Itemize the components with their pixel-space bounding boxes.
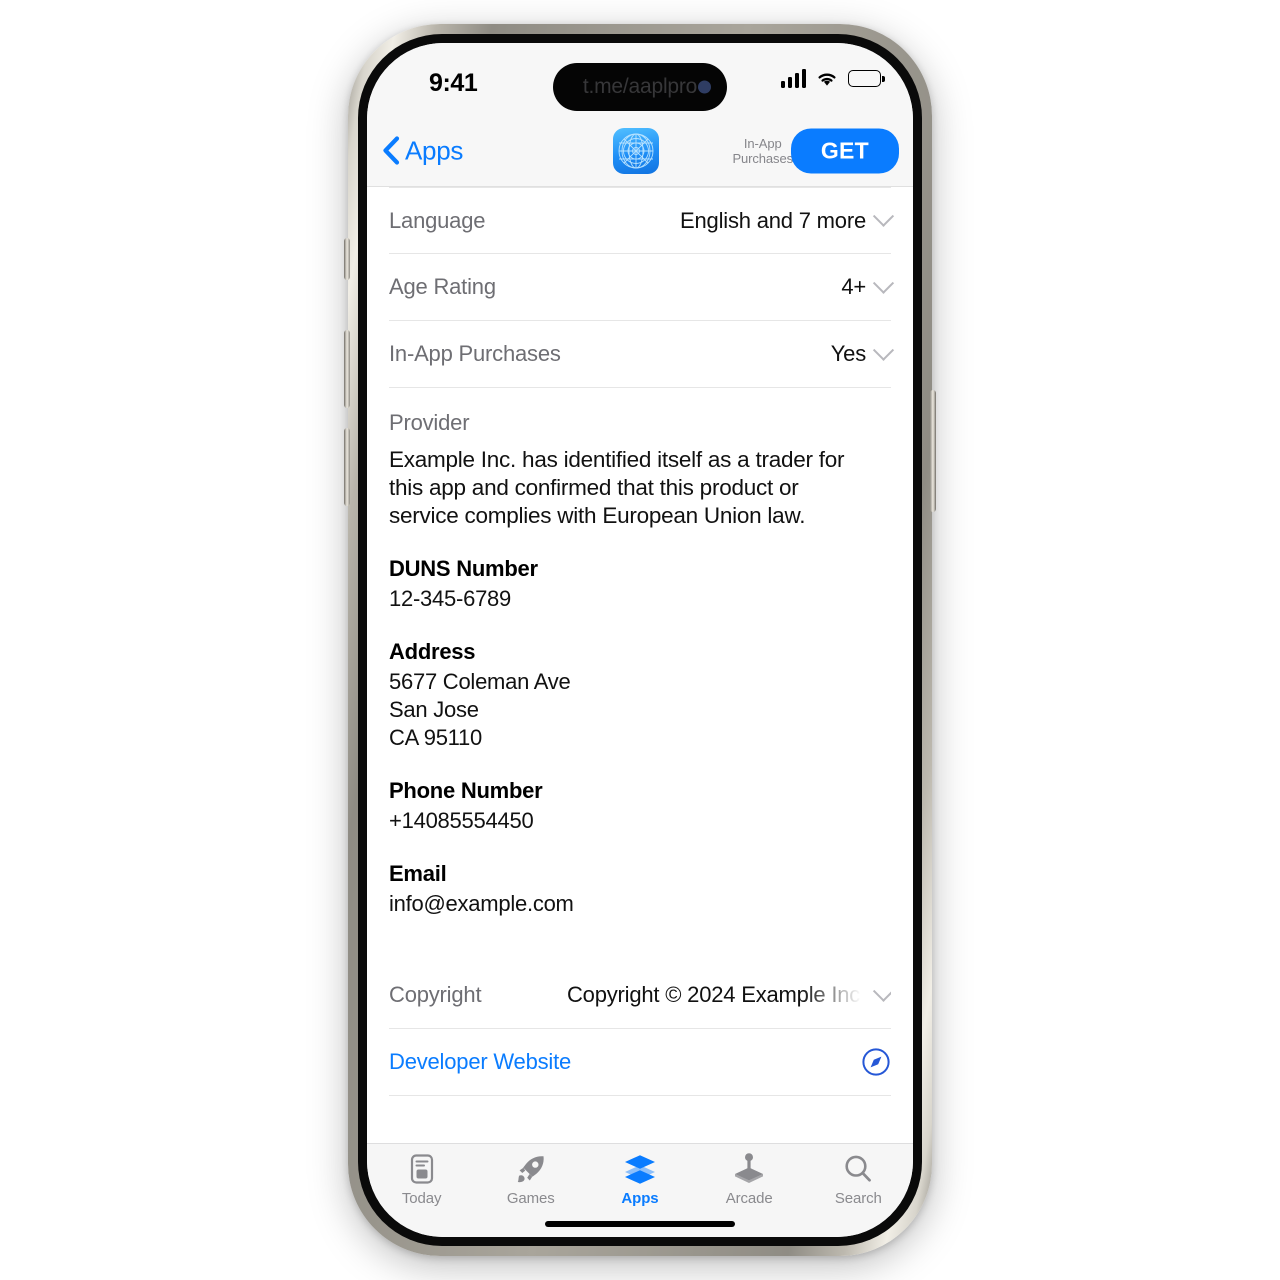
detail-line: 12-345-6789 [389,586,512,611]
home-indicator[interactable] [545,1221,735,1227]
detail-heading: Email [389,861,447,886]
tab-games[interactable]: Games [476,1152,585,1207]
chevron-down-icon [872,272,895,294]
in-app-purchases-line1: In-App [743,135,782,151]
screenshot-canvas: 9:41 t.me/aaplpro Apps In-App Purchases … [0,0,1280,1280]
row-copyright-label: Copyright [389,982,482,1007]
chevron-down-icon [872,339,895,361]
chevron-down-icon [872,982,891,1002]
row-in-app-purchases[interactable]: In-App Purchases Yes [389,321,895,388]
row-language-value: English and 7 more [680,207,866,233]
provider-title: Provider [389,410,470,435]
app-icon[interactable] [613,127,659,174]
magnifier-icon [842,1152,874,1186]
row-copyright-value: Copyright © 2024 Example Inc. [566,982,866,1007]
rocket-icon [515,1152,547,1186]
get-button[interactable]: GET [790,128,899,173]
tab-apps-label: Apps [621,1190,659,1207]
volume-down-button[interactable] [344,428,350,506]
safari-compass-icon [862,1048,890,1076]
power-button[interactable] [930,390,936,512]
today-document-icon [407,1152,437,1186]
tab-search[interactable]: Search [804,1152,913,1207]
status-indicators [780,69,885,88]
row-copyright-value-clip: Copyright © 2024 Example Inc. [567,982,866,1008]
tab-today-label: Today [401,1190,442,1207]
tab-games-label: Games [506,1190,555,1207]
tab-apps[interactable]: Apps [585,1152,694,1207]
provider-detail-address: Address 5677 Coleman Ave San Jose CA 951… [389,639,891,752]
in-app-purchases-line2: Purchases [732,150,793,166]
cellular-signal-icon [780,69,806,88]
tab-search-label: Search [834,1190,882,1207]
provider-detail-email: Email info@example.com [389,861,891,918]
app-icon-glyph [618,133,654,168]
volume-up-button[interactable] [344,330,350,408]
phone-screen: 9:41 t.me/aaplpro Apps In-App Purchases … [367,43,913,1237]
row-language[interactable]: Language English and 7 more [389,187,895,254]
provider-statement: Example Inc. has identified itself as a … [389,447,845,528]
back-button[interactable]: Apps [381,135,463,166]
stacked-layers-icon [623,1152,657,1186]
row-developer-website-label: Developer Website [389,1049,572,1074]
information-list: Language English and 7 more Age Rating 4… [367,187,913,1096]
row-developer-website[interactable]: Developer Website [389,1029,891,1096]
detail-heading: Address [389,639,476,664]
navigation-bar: Apps In-App Purchases GET [367,115,913,187]
detail-line: 5677 Coleman Ave [389,669,571,694]
detail-heading: DUNS Number [389,556,538,581]
row-copyright[interactable]: Copyright Copyright © 2024 Example Inc. [389,962,891,1029]
front-camera-icon [698,80,711,94]
dynamic-island: t.me/aaplpro [553,63,727,111]
joystick-icon [732,1152,766,1186]
provider-section: Provider Example Inc. has identified its… [389,388,891,962]
row-language-label: Language [389,207,486,233]
detail-heading: Phone Number [389,778,543,803]
tab-arcade-label: Arcade [725,1190,773,1207]
detail-line: info@example.com [389,891,574,916]
battery-full-icon [848,70,885,87]
in-app-purchases-note: In-App Purchases [732,136,793,166]
chevron-down-icon [872,205,895,227]
provider-detail-phone: Phone Number +14085554450 [389,778,891,835]
row-in-app-purchases-label: In-App Purchases [389,341,561,366]
chevron-left-icon [383,136,400,165]
row-age-rating[interactable]: Age Rating 4+ [389,254,895,321]
tab-today[interactable]: Today [367,1152,476,1207]
app-information-content[interactable]: Language English and 7 more Age Rating 4… [367,187,913,1143]
status-time: 9:41 [429,69,478,97]
tab-arcade[interactable]: Arcade [695,1152,804,1207]
dynamic-island-watermark-text: t.me/aaplpro [582,75,698,98]
tab-bar: Today Games Apps Arcade Search [367,1143,913,1237]
wifi-icon [818,73,836,86]
row-age-rating-label: Age Rating [389,274,496,299]
row-age-rating-value: 4+ [841,274,866,299]
back-button-label: Apps [405,135,464,165]
detail-line: San Jose [389,697,479,722]
status-bar: 9:41 t.me/aaplpro [367,43,913,115]
action-button[interactable] [344,238,350,280]
row-in-app-purchases-value: Yes [830,341,866,366]
detail-line: CA 95110 [389,725,483,750]
detail-line: +14085554450 [389,808,534,833]
provider-detail-duns: DUNS Number 12-345-6789 [389,556,891,613]
